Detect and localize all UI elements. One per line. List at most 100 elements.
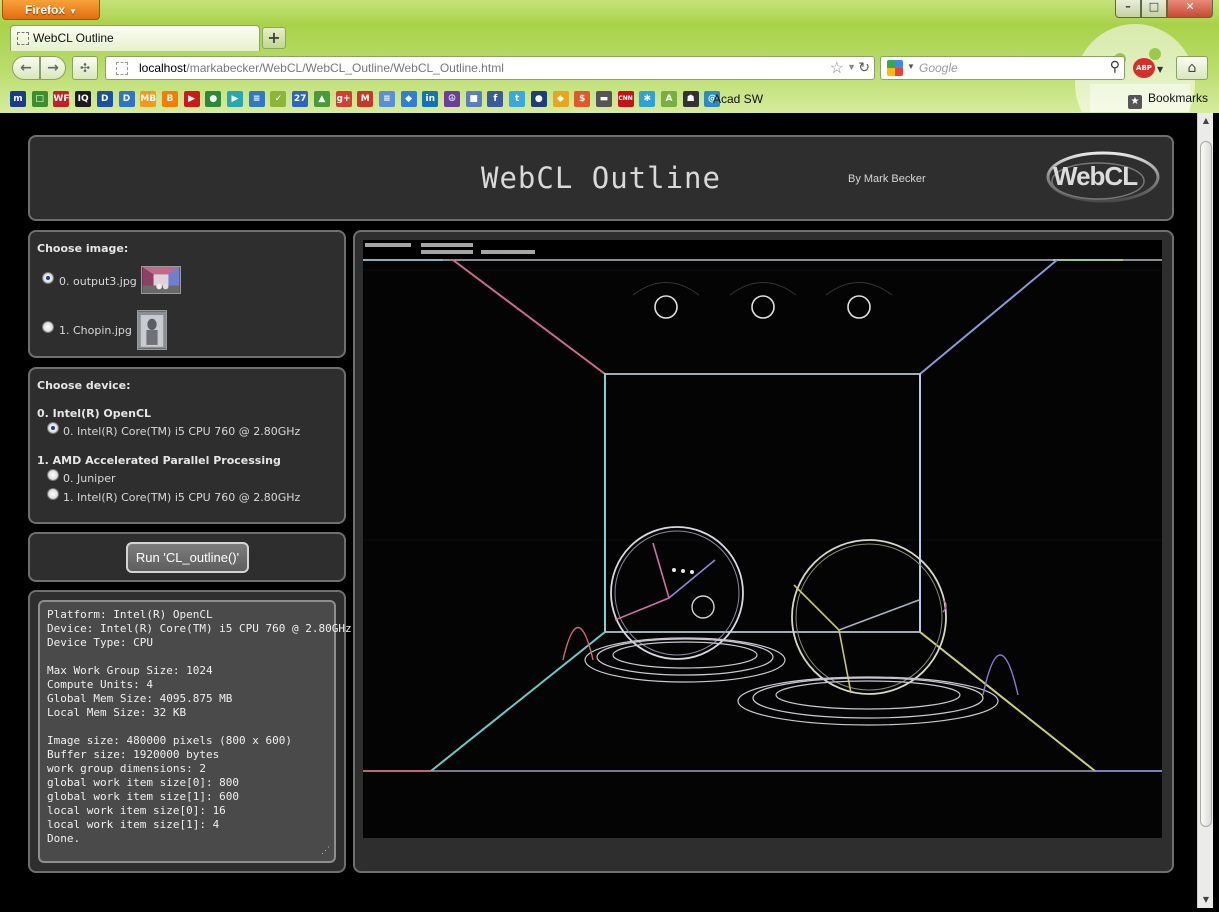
page-header: WebCL Outline By Mark Becker WebCL (28, 135, 1174, 221)
search-bar[interactable]: ▼ Google ⚲ (880, 56, 1125, 80)
scrollbar-thumb[interactable] (1200, 141, 1212, 827)
arrow-left-icon: ← (20, 60, 32, 76)
author-byline: By Mark Becker (848, 173, 926, 185)
minimize-button[interactable]: – (1115, 0, 1141, 18)
info-panel: Platform: Intel(R) OpenCL Device: Intel(… (28, 590, 352, 873)
close-window-button[interactable]: ✕ (1167, 0, 1213, 18)
bookmarks-menu-button[interactable]: ★ Bookmarks (1128, 91, 1208, 109)
choose-image-heading: Choose image: (37, 242, 129, 255)
scroll-down-icon[interactable]: ▼ (1198, 892, 1214, 908)
info-textarea[interactable]: Platform: Intel(R) OpenCL Device: Intel(… (38, 600, 352, 863)
search-placeholder: Google (919, 61, 958, 75)
home-icon: ⌂ (1187, 60, 1197, 76)
forward-button[interactable]: → (40, 56, 66, 80)
render-panel (353, 230, 1174, 873)
info-text: Platform: Intel(R) OpenCL Device: Intel(… (47, 608, 352, 845)
choose-device-heading: Choose device: (37, 379, 131, 392)
bm-box-icon[interactable]: ■ (465, 91, 482, 107)
bm-cnn-icon[interactable]: CNN (617, 91, 634, 107)
bm-dollar-icon[interactable]: $ (574, 91, 591, 107)
page-icon (116, 62, 128, 75)
bm-peace-icon[interactable]: ☮ (444, 91, 460, 107)
run-cl-outline-button[interactable]: Run 'CL_outline()' (126, 542, 249, 573)
bookmark-star-icon[interactable]: ☆ (830, 58, 844, 78)
url-history-dropdown-icon[interactable]: ▼ (847, 62, 856, 72)
tab-webcl-outline[interactable]: WebCL Outline (10, 25, 260, 51)
image-radio-output3[interactable] (42, 272, 54, 284)
bm-linkedin-icon[interactable]: in (422, 91, 439, 107)
scroll-up-icon[interactable]: ▲ (1198, 113, 1214, 129)
image-option-chopin: 1. Chopin.jpg (59, 324, 132, 337)
output3-thumbnail[interactable] (141, 266, 181, 294)
firefox-menu-button[interactable]: Firefox ▼ (2, 0, 100, 20)
google-engine-icon[interactable] (887, 60, 903, 76)
platform-intel-heading: 0. Intel(R) OpenCL (37, 407, 152, 420)
bm-android-icon[interactable]: A (661, 91, 677, 107)
bm-docs-icon[interactable]: ≡ (378, 91, 395, 107)
url-path: /markabecker/WebCL/WebCL_Outline/WebCL_O… (186, 61, 504, 75)
tab-title: WebCL Outline (33, 31, 114, 45)
bm-spy-icon[interactable]: ☗ (682, 91, 699, 107)
bm-play-icon[interactable]: ▶ (227, 91, 243, 107)
bm-mlb-icon[interactable]: ● (530, 91, 547, 107)
page-favicon-icon (17, 32, 29, 45)
home-button[interactable]: ⌂ (1176, 56, 1208, 80)
bookmarks-menu-label: Bookmarks (1148, 91, 1209, 105)
navigation-toolbar: ← → ✣ localhost/markabecker/WebCL/WebCL_… (0, 52, 1219, 84)
bm-dropbox-icon[interactable]: ◆ (400, 91, 417, 107)
bm-green-icon[interactable]: □ (31, 91, 48, 107)
new-tab-button[interactable]: + (262, 27, 286, 49)
bm-d1-icon[interactable]: D (96, 91, 113, 107)
back-button[interactable]: ← (12, 56, 40, 80)
bm-blogger-icon[interactable]: B (161, 91, 178, 107)
choose-device-panel: Choose device: 0. Intel(R) OpenCL 0. Int… (28, 367, 346, 524)
bm-m-icon[interactable]: m (10, 91, 26, 107)
bm-calendar-icon[interactable]: 27 (292, 91, 309, 107)
arrow-right-icon: → (47, 60, 59, 76)
bm-mb-icon[interactable]: MB (140, 91, 157, 107)
bm-gplus-icon[interactable]: g+ (335, 91, 352, 107)
vertical-scrollbar[interactable]: ▲ ▼ (1197, 113, 1213, 908)
site-identity-button[interactable]: ✣ (72, 56, 98, 80)
maximize-button[interactable]: □ (1141, 0, 1167, 18)
bm-feed-icon[interactable]: ≡ (248, 91, 265, 107)
chevron-down-icon: ▼ (69, 7, 77, 16)
bm-d2-icon[interactable]: D (118, 91, 135, 107)
outline-output-canvas (363, 240, 1162, 838)
bookmark-acad-sw[interactable]: Acad SW (713, 92, 763, 106)
bookmarks-folder-icon: ★ (1128, 95, 1142, 109)
bm-chrome-icon[interactable]: ● (205, 91, 222, 107)
bm-youtube-icon[interactable]: ▶ (183, 91, 200, 107)
platform-amd-heading: 1. AMD Accelerated Parallel Processing (37, 454, 281, 467)
bm-facebook-icon[interactable]: f (487, 91, 504, 107)
url-host: localhost (139, 61, 187, 75)
device-option-juniper: 0. Juniper (63, 472, 116, 485)
puzzle-icon: ✣ (79, 61, 91, 75)
bm-gmail-icon[interactable]: M (357, 91, 374, 107)
device-radio-amd-cpu[interactable] (47, 488, 59, 500)
chopin-thumbnail[interactable] (137, 310, 167, 350)
bm-wf-icon[interactable]: WF (53, 91, 69, 107)
bm-twitter-icon[interactable]: t (509, 91, 526, 107)
device-radio-juniper[interactable] (47, 469, 59, 481)
page-viewport: WebCL Outline By Mark Becker WebCL Choos… (6, 113, 1196, 908)
resize-grip-icon[interactable]: ⋰ (321, 844, 330, 858)
adblock-dropdown-icon[interactable]: ▼ (1157, 65, 1163, 74)
run-panel: Run 'CL_outline()' (28, 532, 346, 582)
bm-car-icon[interactable]: ▬ (595, 91, 612, 107)
bm-drive-icon[interactable]: ▲ (313, 91, 330, 107)
bm-iq-icon[interactable]: IQ (75, 91, 92, 107)
adblock-plus-button[interactable]: ABP (1133, 58, 1155, 78)
url-bar[interactable]: localhost/markabecker/WebCL/WebCL_Outlin… (105, 56, 875, 80)
device-radio-intel-cpu[interactable] (47, 422, 59, 434)
reload-icon[interactable]: ↻ (858, 59, 870, 76)
bm-kayak-icon[interactable]: ◆ (552, 91, 569, 107)
image-radio-chopin[interactable] (42, 321, 54, 333)
search-icon[interactable]: ⚲ (1110, 58, 1120, 75)
webcl-logo-text: WebCL (1053, 161, 1138, 191)
window-controls: – □ ✕ (1115, 0, 1213, 18)
bm-lemon-icon[interactable]: ✓ (270, 91, 287, 107)
image-option-output3: 0. output3.jpg (59, 275, 137, 288)
search-engine-dropdown-icon[interactable]: ▼ (907, 62, 915, 71)
bm-slack-icon[interactable]: ✱ (639, 91, 656, 107)
